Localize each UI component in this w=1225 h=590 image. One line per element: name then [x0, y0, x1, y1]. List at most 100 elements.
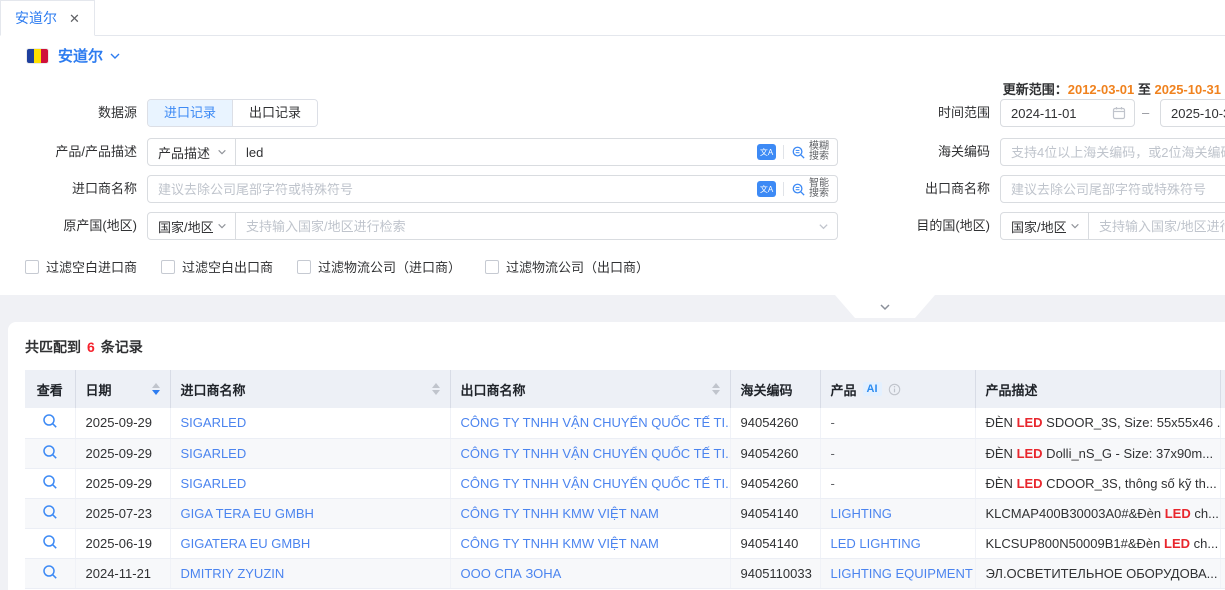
cell-importer-link[interactable]: SIGARLED — [170, 438, 450, 468]
results-summary: 共匹配到6条记录 — [8, 322, 1225, 357]
info-icon[interactable] — [888, 383, 901, 396]
cell-product[interactable]: LIGHTING — [820, 498, 975, 528]
filter-checkbox-1[interactable]: 过滤空白出口商 — [161, 257, 273, 276]
col-description: 产品描述 — [975, 370, 1220, 408]
close-icon[interactable]: ✕ — [69, 12, 80, 25]
search-icon — [791, 145, 806, 160]
tab-title: 安道尔 — [15, 8, 57, 28]
chevron-down-icon[interactable] — [818, 221, 829, 232]
dest-country-input[interactable] — [1090, 214, 1225, 238]
time-range-separator: – — [1142, 99, 1149, 127]
cell-exporter-link[interactable]: CÔNG TY TNHH KMW VIỆT NAM — [450, 528, 730, 558]
view-record-button[interactable] — [42, 504, 58, 520]
cell-date: 2025-06-19 — [75, 528, 170, 558]
cell-importer-link[interactable]: SIGARLED — [170, 468, 450, 498]
tab-import-records[interactable]: 进口记录 — [148, 100, 232, 126]
col-exporter[interactable]: 出口商名称 — [450, 370, 730, 408]
time-range-end-input[interactable] — [1162, 101, 1225, 125]
calendar-icon[interactable] — [1112, 106, 1126, 120]
data-source-toggle: 进口记录 出口记录 — [147, 99, 318, 127]
tab-andorra[interactable]: 安道尔 ✕ — [0, 0, 95, 36]
summary-prefix: 共匹配到 — [25, 339, 81, 355]
cell-importer-link[interactable]: DMITRIY ZYUZIN — [170, 558, 450, 588]
translate-icon[interactable]: 文A — [757, 181, 776, 197]
chevron-down-icon — [1070, 221, 1080, 231]
cell-extra — [1220, 438, 1225, 468]
col-importer[interactable]: 进口商名称 — [170, 370, 450, 408]
checkbox-icon[interactable] — [25, 260, 39, 274]
fuzzy-search-button[interactable]: 模糊 搜索 — [791, 142, 829, 162]
cell-description: ЭЛ.ОСВЕТИТЕЛЬНОЕ ОБОРУДОВА... — [975, 558, 1220, 588]
view-record-button[interactable] — [42, 444, 58, 460]
col-exporter-label: 出口商名称 — [461, 380, 526, 399]
cell-importer-link[interactable]: GIGATERA EU GMBH — [170, 528, 450, 558]
time-range-start[interactable] — [1000, 99, 1135, 127]
filter-checkbox-0[interactable]: 过滤空白进口商 — [25, 257, 137, 276]
checkbox-icon[interactable] — [161, 260, 175, 274]
cell-product[interactable]: LED LIGHTING — [820, 528, 975, 558]
cell-hs-code: 94054140 — [730, 528, 820, 558]
tab-export-records[interactable]: 出口记录 — [232, 100, 317, 126]
exporter-label: 出口商名称 — [860, 175, 990, 203]
smart-search-button[interactable]: 智能 搜索 — [791, 179, 829, 199]
hs-code-input[interactable] — [1002, 140, 1225, 164]
exporter-field[interactable] — [1000, 175, 1225, 203]
cell-importer-link[interactable]: SIGARLED — [170, 408, 450, 438]
filter-checkbox-2[interactable]: 过滤物流公司（进口商） — [297, 257, 461, 276]
filter-checkboxes: 过滤空白进口商 过滤空白出口商 过滤物流公司（进口商） 过滤物流公司（出口商） — [25, 257, 649, 276]
dest-country-field[interactable] — [1088, 212, 1225, 240]
sort-icon[interactable] — [712, 383, 720, 395]
importer-input[interactable] — [149, 177, 757, 201]
sort-icon[interactable] — [432, 383, 440, 395]
table-row: 2025-09-29 SIGARLED CÔNG TY TNHH VẬN CHU… — [25, 408, 1225, 438]
cell-exporter-link[interactable]: CÔNG TY TNHH VẬN CHUYỂN QUỐC TẾ TI... — [450, 468, 730, 498]
cell-date: 2025-09-29 — [75, 408, 170, 438]
collapse-toggle[interactable] — [835, 295, 935, 318]
cell-product[interactable]: LIGHTING EQUIPMENT — [820, 558, 975, 588]
translate-icon[interactable]: 文A — [757, 144, 776, 160]
cell-importer-link[interactable]: GIGA TERA EU GMBH — [170, 498, 450, 528]
country-name[interactable]: 安道尔 — [58, 45, 103, 66]
origin-country-input[interactable] — [237, 214, 818, 238]
cell-description: ĐÈN LED Dolli_nS_G - Size: 37x90m... — [975, 438, 1220, 468]
view-record-button[interactable] — [42, 534, 58, 550]
country-header: 安道尔 — [0, 36, 1225, 75]
product-field-select[interactable]: 产品描述 — [147, 138, 236, 166]
product-input[interactable] — [237, 140, 757, 164]
checkbox-label: 过滤空白出口商 — [182, 257, 273, 276]
cell-exporter-link[interactable]: ООО СПА ЗОНА — [450, 558, 730, 588]
smart-search-label: 智能 搜索 — [809, 179, 829, 199]
time-range-label: 时间范围 — [860, 99, 990, 127]
dest-country-label: 目的国(地区) — [860, 212, 990, 240]
search-icon — [42, 534, 58, 550]
dest-country-select-value: 国家/地区 — [1011, 217, 1067, 236]
checkbox-icon[interactable] — [485, 260, 499, 274]
time-range-start-input[interactable] — [1002, 101, 1112, 125]
view-record-button[interactable] — [42, 474, 58, 490]
view-record-button[interactable] — [42, 413, 58, 429]
time-range-end[interactable] — [1160, 99, 1225, 127]
filter-checkbox-3[interactable]: 过滤物流公司（出口商） — [485, 257, 649, 276]
origin-country-field[interactable] — [235, 212, 838, 240]
view-record-button[interactable] — [42, 564, 58, 580]
cell-exporter-link[interactable]: CÔNG TY TNHH KMW VIỆT NAM — [450, 498, 730, 528]
hs-code-field[interactable] — [1000, 138, 1225, 166]
checkbox-icon[interactable] — [297, 260, 311, 274]
table-row: 2025-06-19 GIGATERA EU GMBH CÔNG TY TNHH… — [25, 528, 1225, 558]
cell-date: 2025-09-29 — [75, 468, 170, 498]
origin-country-select[interactable]: 国家/地区 — [147, 212, 236, 240]
results-count: 6 — [87, 339, 95, 355]
exporter-input[interactable] — [1002, 177, 1225, 201]
cell-date: 2025-09-29 — [75, 438, 170, 468]
product-field-select-value: 产品描述 — [158, 143, 210, 162]
cell-exporter-link[interactable]: CÔNG TY TNHH VẬN CHUYỂN QUỐC TẾ TI... — [450, 438, 730, 468]
search-icon — [42, 474, 58, 490]
cell-hs-code: 94054260 — [730, 408, 820, 438]
data-source-label: 数据源 — [0, 99, 137, 127]
dest-country-select[interactable]: 国家/地区 — [1000, 212, 1089, 240]
chevron-down-icon[interactable] — [109, 50, 121, 62]
col-date[interactable]: 日期 — [75, 370, 170, 408]
cell-exporter-link[interactable]: CÔNG TY TNHH VẬN CHUYỂN QUỐC TẾ TI... — [450, 408, 730, 438]
cell-product: - — [820, 468, 975, 498]
sort-icon[interactable] — [152, 383, 160, 395]
